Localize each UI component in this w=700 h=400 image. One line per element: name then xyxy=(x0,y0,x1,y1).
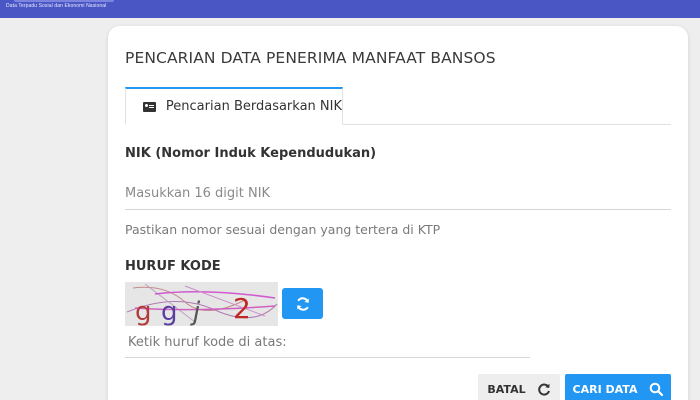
search-icon xyxy=(650,382,664,396)
refresh-icon xyxy=(296,296,309,311)
svg-text:g: g xyxy=(161,297,178,326)
search-button[interactable]: CARI DATA xyxy=(565,374,671,400)
top-header: Data Terpadu Sosial dan Ekonomi Nasional xyxy=(0,0,700,18)
tab-search-by-nik[interactable]: Pencarian Berdasarkan NIK xyxy=(125,87,343,125)
search-card: PENCARIAN DATA PENERIMA MANFAAT BANSOS P… xyxy=(108,26,688,400)
tab-label: Pencarian Berdasarkan NIK xyxy=(165,99,342,114)
reset-icon xyxy=(537,383,550,395)
captcha-refresh-button[interactable] xyxy=(282,288,323,319)
id-card-icon xyxy=(143,101,156,112)
nik-label: NIK (Nomor Induk Kependudukan) xyxy=(125,146,377,161)
svg-text:g: g xyxy=(135,297,152,326)
search-label: CARI DATA xyxy=(572,382,638,396)
nik-input[interactable] xyxy=(125,177,671,210)
captcha-input[interactable] xyxy=(125,327,530,358)
svg-text:2: 2 xyxy=(233,292,251,325)
captcha-label: HURUF KODE xyxy=(125,259,221,274)
captcha-image: g g j 2 xyxy=(125,282,278,326)
cancel-button[interactable]: BATAL xyxy=(478,374,560,400)
logo[interactable] xyxy=(14,0,114,2)
cancel-label: BATAL xyxy=(487,382,526,396)
nik-help-text: Pastikan nomor sesuai dengan yang terter… xyxy=(125,222,441,237)
logo-subtitle: Data Terpadu Sosial dan Ekonomi Nasional xyxy=(6,3,107,9)
tab-bar: Pencarian Berdasarkan NIK xyxy=(125,87,671,125)
page-title: PENCARIAN DATA PENERIMA MANFAAT BANSOS xyxy=(125,49,496,67)
